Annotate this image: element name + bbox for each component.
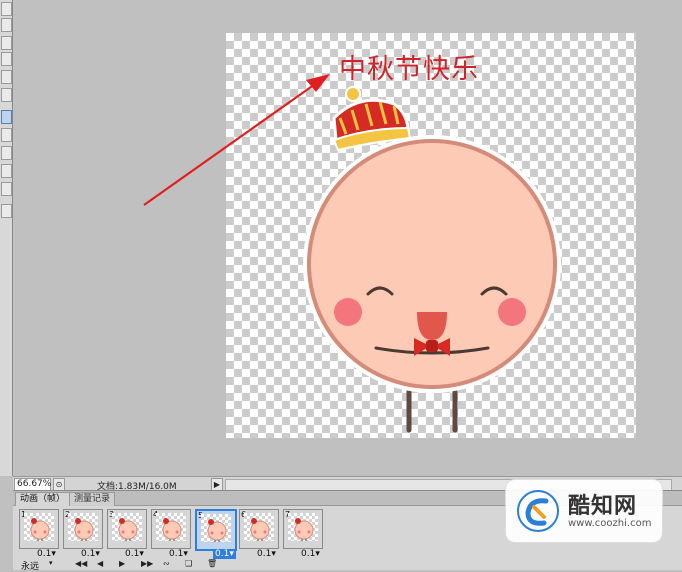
- frame-thumbnail: [68, 513, 98, 541]
- new-frame-icon[interactable]: ❑: [185, 559, 192, 568]
- frame-delay-select[interactable]: 0.1▾: [37, 549, 56, 559]
- frame-delay-select[interactable]: 0.1▾: [257, 549, 276, 559]
- first-frame-icon[interactable]: ◀◀: [75, 559, 87, 568]
- watermark-site-name: 酷知网: [568, 494, 638, 519]
- frame-thumbnail: [112, 513, 142, 541]
- watermark-url: www.coozhi.com: [568, 518, 652, 529]
- frame-delay-select[interactable]: 0.1▾: [125, 549, 144, 559]
- tween-icon[interactable]: ∾: [163, 559, 170, 568]
- animation-frame[interactable]: 3: [107, 509, 147, 549]
- frame-delay-select[interactable]: 0.1▾: [169, 549, 188, 559]
- coozhi-logo-icon: [517, 490, 559, 532]
- animation-frame[interactable]: 4: [151, 509, 191, 549]
- next-frame-icon[interactable]: ▶▶: [141, 559, 153, 568]
- frame-thumbnail: [244, 513, 274, 541]
- tab-measurement-log[interactable]: 测量记录: [69, 492, 116, 506]
- frame-face-icon: [250, 518, 270, 541]
- illustration-overlay: [143, 74, 561, 433]
- watermark-logo: 酷知网 www.coozhi.com: [505, 479, 663, 543]
- tab-animation[interactable]: 动画（帧）: [15, 492, 71, 506]
- play-icon[interactable]: ▶: [119, 559, 125, 568]
- frame-thumbnail: [201, 514, 231, 542]
- animation-frame[interactable]: 5: [195, 509, 237, 551]
- animation-frame[interactable]: 7: [283, 509, 323, 549]
- animation-frame[interactable]: 6: [239, 509, 279, 549]
- frame-face-icon: [207, 519, 227, 542]
- annotation-arrow-icon: [143, 74, 330, 206]
- frame-delay-select[interactable]: 0.1▾: [301, 549, 320, 559]
- frame-face-icon: [30, 518, 50, 541]
- loop-select[interactable]: 永远: [21, 559, 39, 572]
- frame-delay-select[interactable]: 0.1▾: [213, 549, 236, 559]
- animation-frame[interactable]: 1: [19, 509, 59, 549]
- character-face: [303, 135, 561, 393]
- frame-face-icon: [294, 518, 314, 541]
- chevron-down-icon[interactable]: ▾: [49, 559, 53, 567]
- frame-thumbnail: [156, 513, 186, 541]
- frame-face-icon: [118, 518, 138, 541]
- delete-frame-icon[interactable]: 🗑: [207, 559, 217, 568]
- frame-face-icon: [162, 518, 182, 541]
- character-legs: [406, 385, 458, 433]
- frame-delay-select[interactable]: 0.1▾: [81, 549, 100, 559]
- animation-frame[interactable]: 2: [63, 509, 103, 549]
- frame-face-icon: [74, 518, 94, 541]
- frame-thumbnail: [24, 513, 54, 541]
- frame-thumbnail: [288, 513, 318, 541]
- prev-frame-icon[interactable]: ◀: [97, 559, 103, 568]
